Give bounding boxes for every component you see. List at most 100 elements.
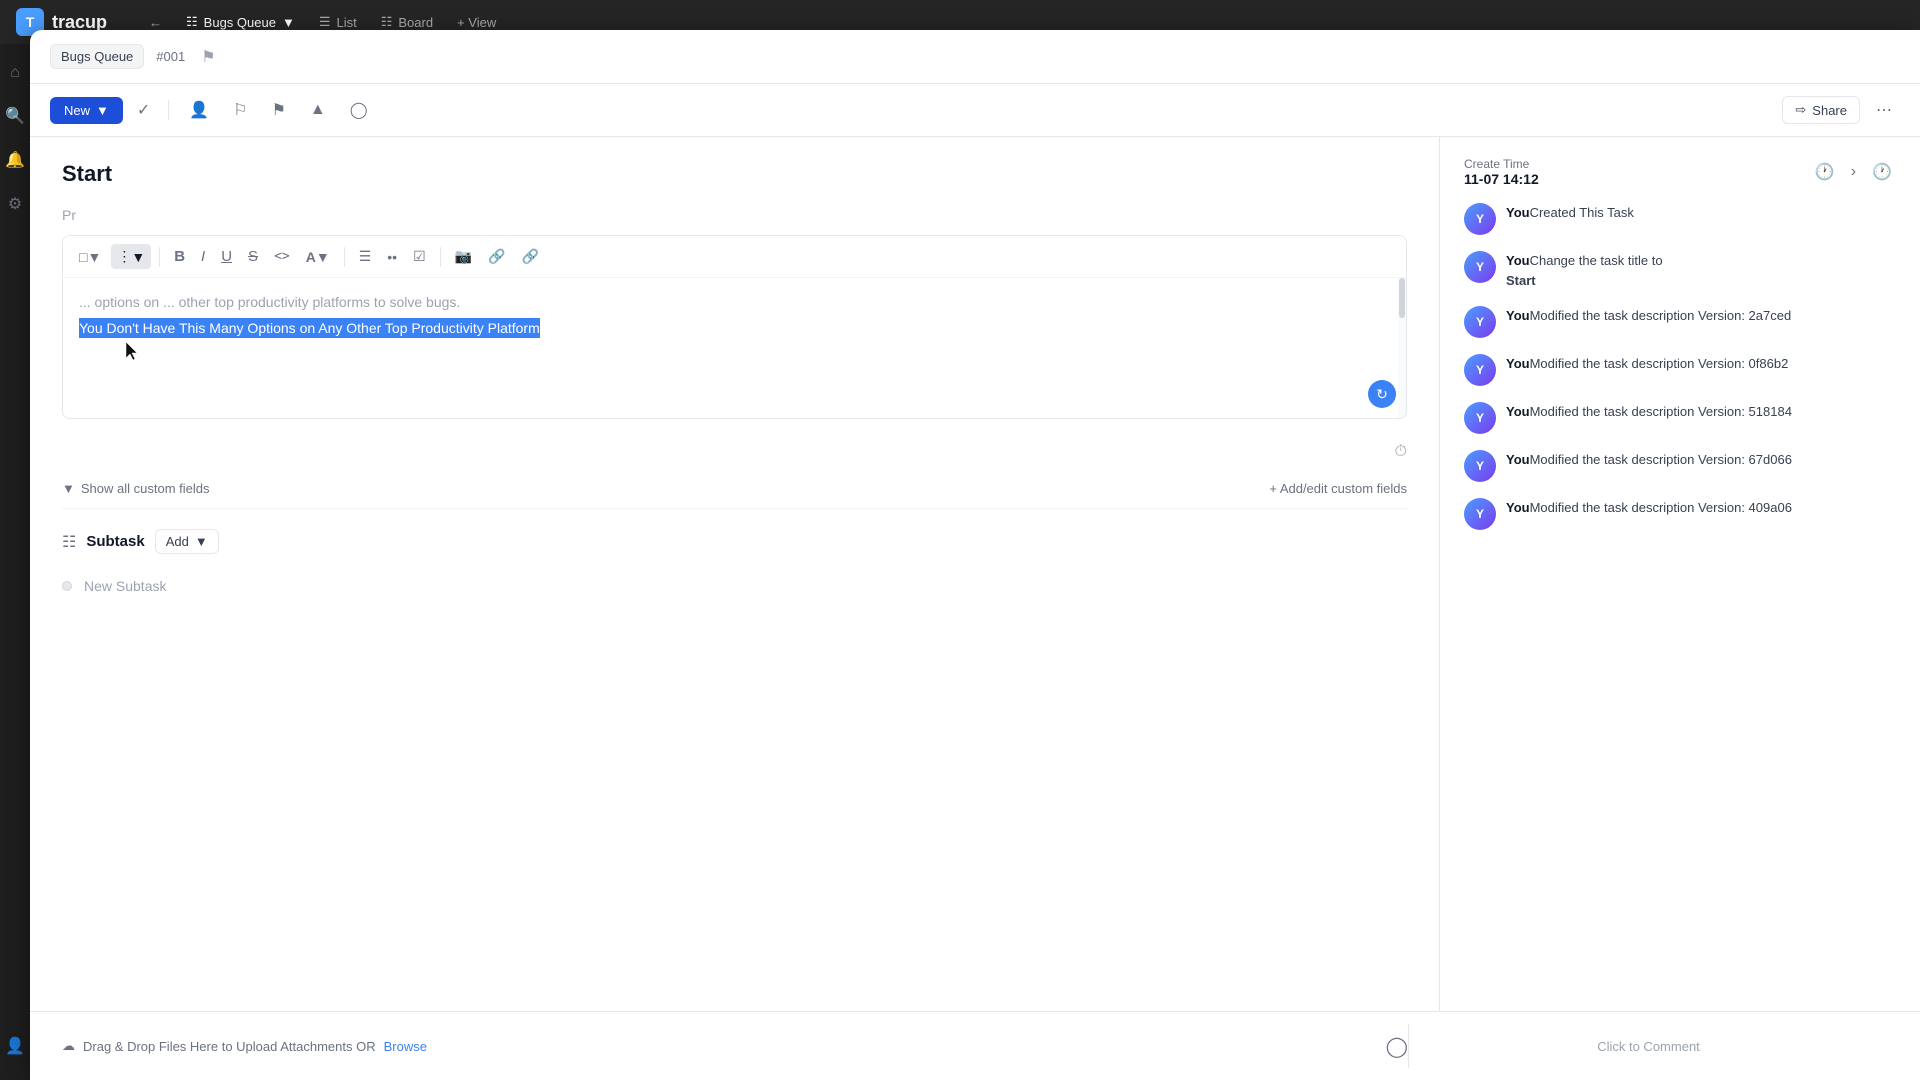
chevron-icon: ▼: [62, 481, 75, 496]
subtask-header: ☷ Subtask Add ▼: [62, 529, 1407, 554]
editor-toolbar: □ ▼ ⋮ ▼ B I U S <> A ▼: [63, 236, 1406, 278]
strikethrough-button[interactable]: S: [242, 244, 264, 269]
editor-scrollbar-thumb: [1399, 278, 1405, 318]
modal-body: Start Pr Alignment □ ▼ ⋮: [30, 137, 1920, 1011]
block-type-button[interactable]: □ ▼: [73, 245, 107, 269]
comment-area[interactable]: Click to Comment: [1597, 1024, 1700, 1068]
editor-scrollbar[interactable]: [1398, 278, 1406, 418]
activity-list: Y YouCreated This Task Y YouChange the t…: [1464, 203, 1896, 530]
time-button[interactable]: 🕐: [1868, 158, 1896, 186]
nav-list-label: List: [336, 15, 356, 30]
editor-divider-1: [159, 247, 160, 267]
share-label: Share: [1812, 103, 1847, 118]
font-color-dropdown: ▼: [316, 249, 330, 265]
share-button[interactable]: ⇨ Share: [1782, 96, 1860, 124]
image-button[interactable]: 📷: [449, 244, 478, 269]
more-button[interactable]: ⋯: [1868, 94, 1900, 126]
editor-divider-2: [344, 247, 345, 267]
bold-button[interactable]: B: [168, 244, 191, 269]
activity-user-5: You: [1506, 404, 1530, 419]
activity-text-6: YouModified the task description Version…: [1506, 450, 1792, 470]
browse-link[interactable]: Browse: [384, 1039, 427, 1054]
subtask-item: New Subtask: [62, 570, 1407, 602]
add-custom-fields-button[interactable]: + Add/edit custom fields: [1269, 481, 1407, 496]
drop-text: Drag & Drop Files Here to Upload Attachm…: [83, 1039, 376, 1054]
add-fields-label: + Add/edit custom fields: [1269, 481, 1407, 496]
add-subtask-button[interactable]: Add ▼: [155, 529, 219, 554]
tag-button[interactable]: ▲: [302, 95, 334, 125]
underline-button[interactable]: U: [215, 244, 238, 269]
flag-button[interactable]: ⚐: [225, 94, 255, 126]
check-button[interactable]: ✓: [131, 94, 156, 126]
queue-icon: ☷: [186, 14, 198, 30]
avatar-2: Y: [1464, 251, 1496, 283]
new-subtask-label: New Subtask: [84, 578, 166, 594]
sidebar-icon-search[interactable]: 🔍: [1, 102, 29, 130]
modal-header: Bugs Queue #001 ⚑: [30, 30, 1920, 84]
activity-text-4: YouModified the task description Version…: [1506, 354, 1788, 374]
next-button[interactable]: ›: [1847, 159, 1860, 185]
unordered-list-button[interactable]: ••: [381, 245, 403, 269]
editor-time-row: ⏱: [62, 439, 1407, 469]
sidebar-icon-user[interactable]: 👤: [1, 1032, 29, 1060]
record-button[interactable]: ◯: [1386, 1034, 1408, 1059]
task-title[interactable]: Start: [62, 161, 1407, 187]
editor-text-faded: ... options on ... other top productivit…: [79, 294, 1390, 310]
toolbar-divider: [168, 100, 169, 120]
block-dropdown-icon: ▼: [87, 249, 101, 265]
new-button[interactable]: New ▼: [50, 97, 123, 124]
subtask-icon: ☷: [62, 532, 76, 552]
add-subtask-label: Add: [166, 534, 189, 549]
task-title-ref: Start: [1506, 273, 1536, 288]
activity-item-5: Y YouModified the task description Versi…: [1464, 402, 1896, 434]
font-color-button[interactable]: A ▼: [300, 245, 336, 269]
checklist-button[interactable]: ☑: [407, 244, 432, 269]
new-button-label: New: [64, 103, 90, 118]
editor-selected-text: You Don't Have This Many Options on Any …: [79, 318, 540, 338]
avatar-1: Y: [1464, 203, 1496, 235]
bookmark-button[interactable]: ⚑: [264, 94, 294, 126]
avatar-4: Y: [1464, 354, 1496, 386]
scroll-button[interactable]: ↻: [1368, 380, 1396, 408]
editor-container: Alignment □ ▼ ⋮ ▼ B I: [62, 235, 1407, 419]
time-icon: ⏱: [1395, 443, 1407, 461]
show-custom-fields-button[interactable]: ▼ Show all custom fields: [62, 481, 210, 496]
create-time-block: Create Time 11-07 14:12: [1464, 157, 1539, 187]
upload-icon: ☁: [62, 1038, 75, 1054]
board-icon: ☷: [381, 14, 393, 30]
alignment-button[interactable]: ⋮ ▼: [111, 244, 151, 269]
editor-wrapper: ... options on ... other top productivit…: [63, 278, 1406, 418]
activity-user-3: You: [1506, 308, 1530, 323]
activity-item-2: Y YouChange the task title toStart: [1464, 251, 1896, 290]
pr-label: Pr: [62, 207, 1407, 223]
link-button[interactable]: 🔗: [482, 244, 511, 269]
code-button[interactable]: <>: [268, 245, 296, 268]
url-button[interactable]: 🔗: [516, 244, 545, 269]
italic-button[interactable]: I: [195, 244, 211, 269]
right-panel-nav: 🕐 › 🕐: [1811, 158, 1896, 186]
activity-text-1: YouCreated This Task: [1506, 203, 1634, 223]
assignee-button[interactable]: 👤: [181, 94, 217, 126]
activity-item-1: Y YouCreated This Task: [1464, 203, 1896, 235]
activity-item-3: Y YouModified the task description Versi…: [1464, 306, 1896, 338]
activity-user-2: You: [1506, 253, 1530, 268]
activity-item-6: Y YouModified the task description Versi…: [1464, 450, 1896, 482]
breadcrumb-queue[interactable]: Bugs Queue: [50, 44, 144, 69]
avatar-5: Y: [1464, 402, 1496, 434]
bookmark-icon[interactable]: ⚑: [201, 47, 215, 67]
sidebar-icon-settings[interactable]: ⚙: [4, 190, 26, 218]
sidebar-icon-notifications[interactable]: 🔔: [1, 146, 29, 174]
activity-item-7: Y YouModified the task description Versi…: [1464, 498, 1896, 530]
sidebar-icon-home[interactable]: ⌂: [6, 60, 24, 86]
history-button[interactable]: 🕐: [1811, 158, 1839, 186]
new-dropdown-icon: ▼: [96, 103, 109, 118]
ordered-list-button[interactable]: ☰: [353, 244, 378, 269]
drop-zone: ☁ Drag & Drop Files Here to Upload Attac…: [62, 1038, 427, 1054]
subtask-section: ☷ Subtask Add ▼ New Subtask: [62, 509, 1407, 622]
editor-content[interactable]: ... options on ... other top productivit…: [63, 278, 1406, 418]
activity-text-2: YouChange the task title toStart: [1506, 251, 1663, 290]
block-icon: □: [79, 249, 87, 265]
avatar-7: Y: [1464, 498, 1496, 530]
clock-button[interactable]: ◯: [342, 94, 376, 126]
activity-text-7: YouModified the task description Version…: [1506, 498, 1792, 518]
